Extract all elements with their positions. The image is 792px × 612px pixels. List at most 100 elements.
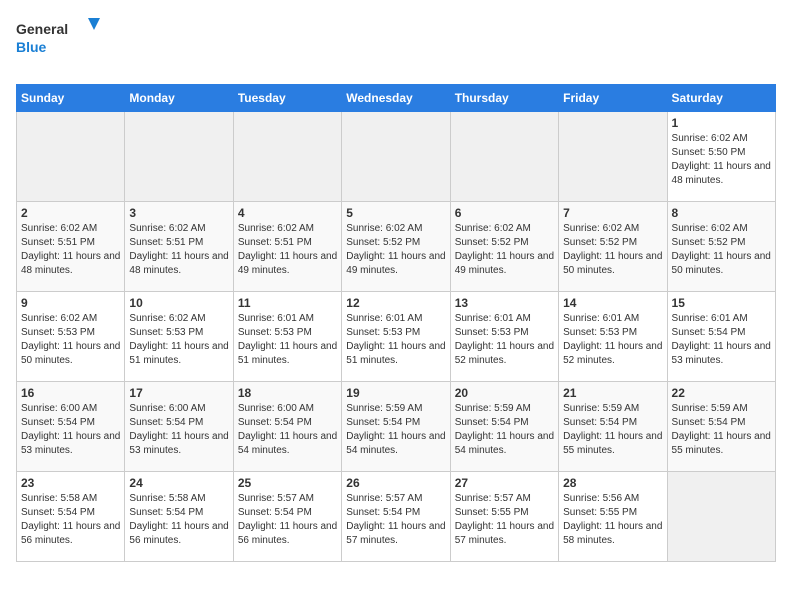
day-number: 4 [238, 206, 337, 220]
day-number: 3 [129, 206, 228, 220]
day-cell: 10 Sunrise: 6:02 AMSunset: 5:53 PMDayligh… [125, 292, 233, 382]
day-number: 27 [455, 476, 554, 490]
day-number: 24 [129, 476, 228, 490]
day-number: 8 [672, 206, 771, 220]
day-cell: 8 Sunrise: 6:02 AMSunset: 5:52 PMDaylight… [667, 202, 775, 292]
day-info: Sunrise: 5:57 AMSunset: 5:55 PMDaylight:… [455, 492, 554, 548]
week-row-3: 9 Sunrise: 6:02 AMSunset: 5:53 PMDaylight… [17, 292, 776, 382]
day-number: 9 [21, 296, 120, 310]
day-info: Sunrise: 6:02 AMSunset: 5:51 PMDaylight:… [21, 222, 120, 278]
day-info: Sunrise: 6:01 AMSunset: 5:53 PMDaylight:… [455, 312, 554, 368]
day-cell [342, 112, 450, 202]
day-cell [17, 112, 125, 202]
day-number: 7 [563, 206, 662, 220]
day-info: Sunrise: 6:01 AMSunset: 5:53 PMDaylight:… [346, 312, 445, 368]
day-number: 14 [563, 296, 662, 310]
day-cell [125, 112, 233, 202]
calendar-table: SundayMondayTuesdayWednesdayThursdayFrid… [16, 84, 776, 562]
day-number: 12 [346, 296, 445, 310]
day-cell: 20Sunrise: 5:59 AMSunset: 5:54 PMDayligh… [450, 382, 558, 472]
week-row-4: 16 Sunrise: 6:00 AMSunset: 5:54 PMDayligh… [17, 382, 776, 472]
day-number: 6 [455, 206, 554, 220]
day-cell: 23Sunrise: 5:58 AMSunset: 5:54 PMDayligh… [17, 472, 125, 562]
day-info: Sunrise: 6:02 AMSunset: 5:53 PMDaylight:… [129, 312, 228, 368]
day-cell [450, 112, 558, 202]
day-cell [233, 112, 341, 202]
day-number: 18 [238, 386, 337, 400]
day-number: 1 [672, 116, 771, 130]
day-cell [559, 112, 667, 202]
day-info: Sunrise: 5:57 AMSunset: 5:54 PMDaylight:… [346, 492, 445, 548]
day-info: Sunrise: 6:02 AMSunset: 5:52 PMDaylight:… [563, 222, 662, 278]
day-info: Sunrise: 6:02 AMSunset: 5:52 PMDaylight:… [672, 222, 771, 278]
day-info: Sunrise: 6:02 AMSunset: 5:51 PMDaylight:… [129, 222, 228, 278]
day-info: Sunrise: 5:58 AMSunset: 5:54 PMDaylight:… [21, 492, 120, 548]
svg-text:Blue: Blue [16, 39, 47, 55]
day-cell: 11 Sunrise: 6:01 AMSunset: 5:53 PMDayligh… [233, 292, 341, 382]
day-number: 10 [129, 296, 228, 310]
week-row-1: 1 Sunrise: 6:02 AMSunset: 5:50 PMDaylight… [17, 112, 776, 202]
day-info: Sunrise: 5:59 AMSunset: 5:54 PMDaylight:… [563, 402, 662, 458]
day-header-monday: Monday [125, 85, 233, 112]
day-cell: 25 Sunrise: 5:57 AMSunset: 5:54 PMDayligh… [233, 472, 341, 562]
day-header-sunday: Sunday [17, 85, 125, 112]
logo: General Blue [16, 16, 776, 60]
day-info: Sunrise: 5:59 AMSunset: 5:54 PMDaylight:… [672, 402, 771, 458]
day-number: 28 [563, 476, 662, 490]
day-info: Sunrise: 6:02 AMSunset: 5:50 PMDaylight:… [672, 132, 771, 188]
day-cell: 2Sunrise: 6:02 AMSunset: 5:51 PMDaylight… [17, 202, 125, 292]
day-cell: 7 Sunrise: 6:02 AMSunset: 5:52 PMDaylight… [559, 202, 667, 292]
day-cell: 24 Sunrise: 5:58 AMSunset: 5:54 PMDayligh… [125, 472, 233, 562]
day-cell: 5 Sunrise: 6:02 AMSunset: 5:52 PMDaylight… [342, 202, 450, 292]
day-info: Sunrise: 6:00 AMSunset: 5:54 PMDaylight:… [129, 402, 228, 458]
day-cell: 3 Sunrise: 6:02 AMSunset: 5:51 PMDaylight… [125, 202, 233, 292]
day-number: 16 [21, 386, 120, 400]
day-cell: 13 Sunrise: 6:01 AMSunset: 5:53 PMDayligh… [450, 292, 558, 382]
day-cell: 18 Sunrise: 6:00 AMSunset: 5:54 PMDayligh… [233, 382, 341, 472]
day-header-thursday: Thursday [450, 85, 558, 112]
day-info: Sunrise: 6:01 AMSunset: 5:53 PMDaylight:… [563, 312, 662, 368]
day-cell [667, 472, 775, 562]
day-cell: 6Sunrise: 6:02 AMSunset: 5:52 PMDaylight… [450, 202, 558, 292]
week-row-5: 23Sunrise: 5:58 AMSunset: 5:54 PMDayligh… [17, 472, 776, 562]
day-cell: 12 Sunrise: 6:01 AMSunset: 5:53 PMDayligh… [342, 292, 450, 382]
day-cell: 26 Sunrise: 5:57 AMSunset: 5:54 PMDayligh… [342, 472, 450, 562]
day-header-saturday: Saturday [667, 85, 775, 112]
day-number: 17 [129, 386, 228, 400]
day-info: Sunrise: 5:56 AMSunset: 5:55 PMDaylight:… [563, 492, 662, 548]
day-cell: 27 Sunrise: 5:57 AMSunset: 5:55 PMDayligh… [450, 472, 558, 562]
top-area: General Blue [16, 16, 776, 76]
day-number: 26 [346, 476, 445, 490]
day-number: 25 [238, 476, 337, 490]
day-header-wednesday: Wednesday [342, 85, 450, 112]
day-number: 5 [346, 206, 445, 220]
day-cell: 1 Sunrise: 6:02 AMSunset: 5:50 PMDaylight… [667, 112, 775, 202]
day-cell: 16Sunrise: 6:00 AMSunset: 5:54 PMDayligh… [17, 382, 125, 472]
day-info: Sunrise: 6:00 AMSunset: 5:54 PMDaylight:… [238, 402, 337, 458]
day-number: 22 [672, 386, 771, 400]
day-info: Sunrise: 6:02 AMSunset: 5:53 PMDaylight:… [21, 312, 120, 368]
day-number: 20 [455, 386, 554, 400]
day-info: Sunrise: 6:02 AMSunset: 5:52 PMDaylight:… [346, 222, 445, 278]
day-info: Sunrise: 5:57 AMSunset: 5:54 PMDaylight:… [238, 492, 337, 548]
day-cell: 21 Sunrise: 5:59 AMSunset: 5:54 PMDayligh… [559, 382, 667, 472]
svg-text:General: General [16, 21, 68, 37]
day-info: Sunrise: 6:01 AMSunset: 5:54 PMDaylight:… [672, 312, 771, 368]
day-cell: 4 Sunrise: 6:02 AMSunset: 5:51 PMDaylight… [233, 202, 341, 292]
day-cell: 9 Sunrise: 6:02 AMSunset: 5:53 PMDaylight… [17, 292, 125, 382]
day-info: Sunrise: 6:02 AMSunset: 5:51 PMDaylight:… [238, 222, 337, 278]
day-info: Sunrise: 6:01 AMSunset: 5:53 PMDaylight:… [238, 312, 337, 368]
week-row-2: 2Sunrise: 6:02 AMSunset: 5:51 PMDaylight… [17, 202, 776, 292]
day-cell: 22 Sunrise: 5:59 AMSunset: 5:54 PMDayligh… [667, 382, 775, 472]
day-info: Sunrise: 5:58 AMSunset: 5:54 PMDaylight:… [129, 492, 228, 548]
day-number: 19 [346, 386, 445, 400]
day-cell: 28 Sunrise: 5:56 AMSunset: 5:55 PMDayligh… [559, 472, 667, 562]
day-number: 11 [238, 296, 337, 310]
day-number: 13 [455, 296, 554, 310]
day-number: 21 [563, 386, 662, 400]
day-cell: 19Sunrise: 5:59 AMSunset: 5:54 PMDayligh… [342, 382, 450, 472]
general-blue-logo-icon: General Blue [16, 16, 106, 60]
header-row: SundayMondayTuesdayWednesdayThursdayFrid… [17, 85, 776, 112]
day-header-friday: Friday [559, 85, 667, 112]
day-header-tuesday: Tuesday [233, 85, 341, 112]
